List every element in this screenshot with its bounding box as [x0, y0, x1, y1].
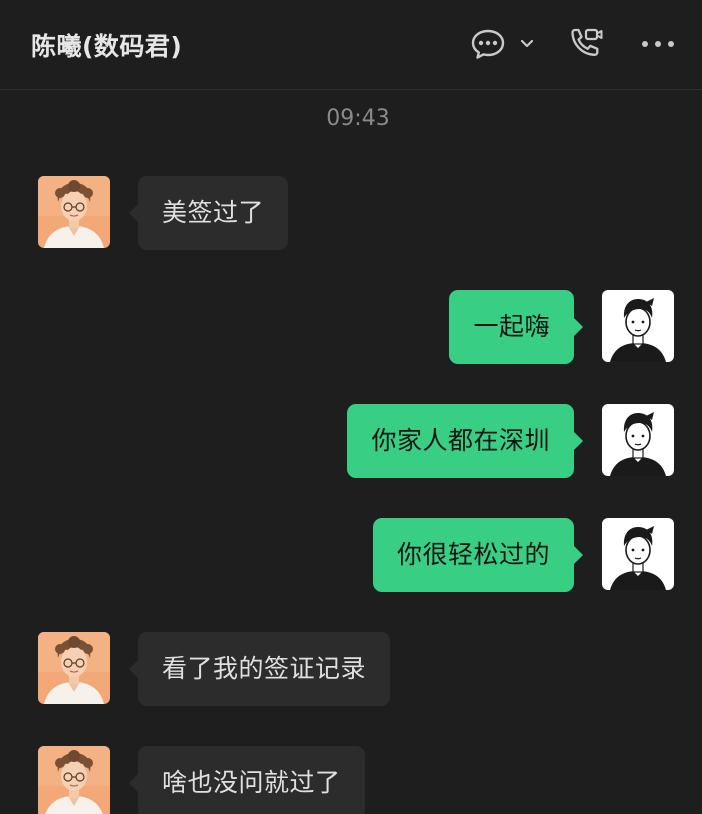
- message-row: 美签过了: [0, 176, 702, 250]
- message-row: 一起嗨: [0, 290, 702, 364]
- call-button[interactable]: [564, 24, 608, 64]
- phone-video-icon: [568, 27, 604, 61]
- message-timestamp: 09:43: [326, 106, 390, 131]
- chat-window: 陈曦(数码君) 09:43 美签过了 一起嗨 你家人都在深圳 你很轻松过的 看了…: [0, 0, 702, 814]
- message-row: 看了我的签证记录: [0, 632, 702, 706]
- message-bubble[interactable]: 你家人都在深圳: [347, 404, 583, 478]
- message-bubble[interactable]: 看了我的签证记录: [128, 632, 391, 706]
- chat-bubble-icon: [470, 28, 506, 60]
- contact-avatar[interactable]: [38, 632, 110, 704]
- more-dots-icon: [641, 40, 675, 48]
- message-row: 你很轻松过的: [0, 518, 702, 592]
- message-bubble[interactable]: 你很轻松过的: [372, 518, 584, 592]
- more-button[interactable]: [636, 24, 680, 64]
- message-bubble[interactable]: 美签过了: [128, 176, 289, 250]
- contact-avatar[interactable]: [38, 176, 110, 248]
- chat-header: 陈曦(数码君): [0, 0, 702, 90]
- message-row: 你家人都在深圳: [0, 404, 702, 478]
- message-row: 啥也没问就过了: [0, 746, 702, 814]
- contact-avatar[interactable]: [38, 746, 110, 814]
- chat-title: 陈曦(数码君): [31, 32, 183, 61]
- message-bubble[interactable]: 一起嗨: [449, 290, 583, 364]
- user-avatar[interactable]: [602, 290, 674, 362]
- message-bubble[interactable]: 啥也没问就过了: [129, 746, 365, 814]
- chevron-down-icon: [520, 39, 534, 49]
- user-avatar[interactable]: [602, 518, 674, 590]
- chat-options-button[interactable]: [466, 24, 538, 64]
- user-avatar[interactable]: [602, 404, 674, 476]
